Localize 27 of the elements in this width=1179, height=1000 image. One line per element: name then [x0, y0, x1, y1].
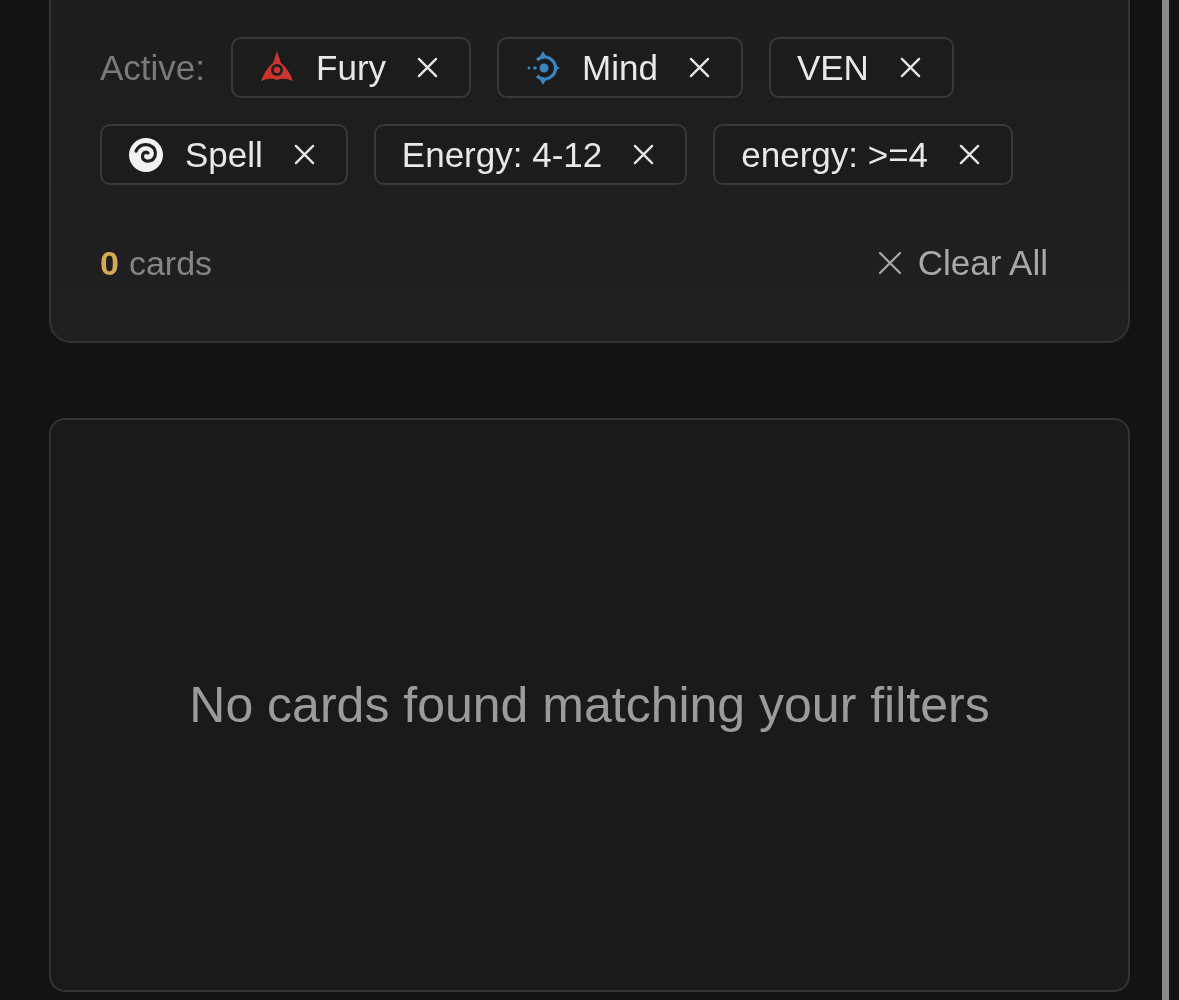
close-icon	[632, 143, 656, 166]
close-icon	[898, 56, 922, 79]
close-icon	[687, 56, 711, 79]
scrollbar-thumb[interactable]	[1162, 0, 1169, 1000]
result-count-label: cards	[128, 243, 213, 283]
result-count: 0	[100, 243, 119, 283]
remove-filter-button[interactable]	[958, 143, 982, 166]
circle-emblem-icon	[525, 49, 562, 86]
chip-label: energy: >=4	[741, 134, 929, 175]
clear-all-button[interactable]: Clear All	[877, 243, 1048, 283]
close-icon	[877, 251, 902, 275]
chip-label: VEN	[796, 47, 869, 88]
remove-filter-button[interactable]	[632, 143, 656, 166]
remove-filter-button[interactable]	[687, 56, 711, 79]
chip-label: Spell	[185, 134, 263, 175]
close-icon	[416, 56, 440, 79]
remove-filter-button[interactable]	[898, 56, 922, 79]
remove-filter-button[interactable]	[416, 56, 440, 79]
chip-label: Fury	[316, 47, 387, 88]
empty-state-message: No cards found matching your filters	[189, 676, 990, 734]
close-icon	[292, 143, 316, 166]
swirl-icon	[128, 136, 164, 173]
remove-filter-button[interactable]	[292, 143, 316, 166]
active-filters-label: Active:	[100, 47, 206, 89]
close-icon	[958, 143, 982, 166]
chip-label: Mind	[582, 47, 658, 88]
chip-label: Energy: 4-12	[401, 134, 603, 175]
